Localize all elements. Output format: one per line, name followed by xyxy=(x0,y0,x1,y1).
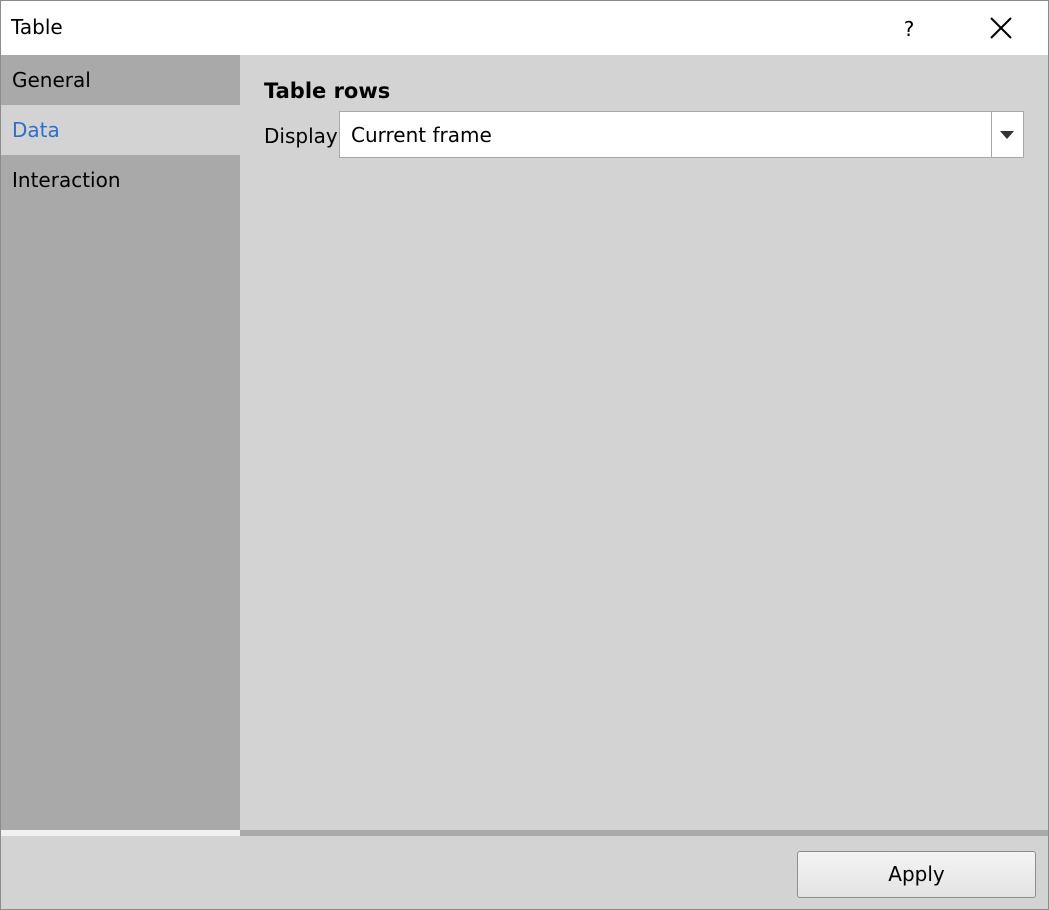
display-label: Display xyxy=(264,124,338,148)
dialog-footer: Apply xyxy=(1,836,1048,909)
dropdown-arrow-button[interactable] xyxy=(991,112,1023,157)
table-dialog: Table ? General Data Interaction Table r… xyxy=(0,0,1049,910)
content-panel: Table rows Display Current frame xyxy=(240,55,1048,830)
close-button[interactable] xyxy=(975,1,1027,55)
display-dropdown-value: Current frame xyxy=(351,123,492,147)
sidebar-item-data[interactable]: Data xyxy=(1,105,240,155)
section-title: Table rows xyxy=(264,79,391,103)
apply-button[interactable]: Apply xyxy=(797,851,1036,898)
sidebar-item-general[interactable]: General xyxy=(1,55,240,105)
help-button[interactable]: ? xyxy=(883,1,935,55)
sidebar-item-interaction[interactable]: Interaction xyxy=(1,155,240,205)
sidebar: General Data Interaction xyxy=(1,55,240,830)
chevron-down-icon xyxy=(1000,131,1014,139)
close-icon xyxy=(990,17,1012,39)
title-bar: Table ? xyxy=(1,1,1048,55)
window-title: Table xyxy=(11,15,63,39)
display-dropdown[interactable]: Current frame xyxy=(339,111,1024,158)
